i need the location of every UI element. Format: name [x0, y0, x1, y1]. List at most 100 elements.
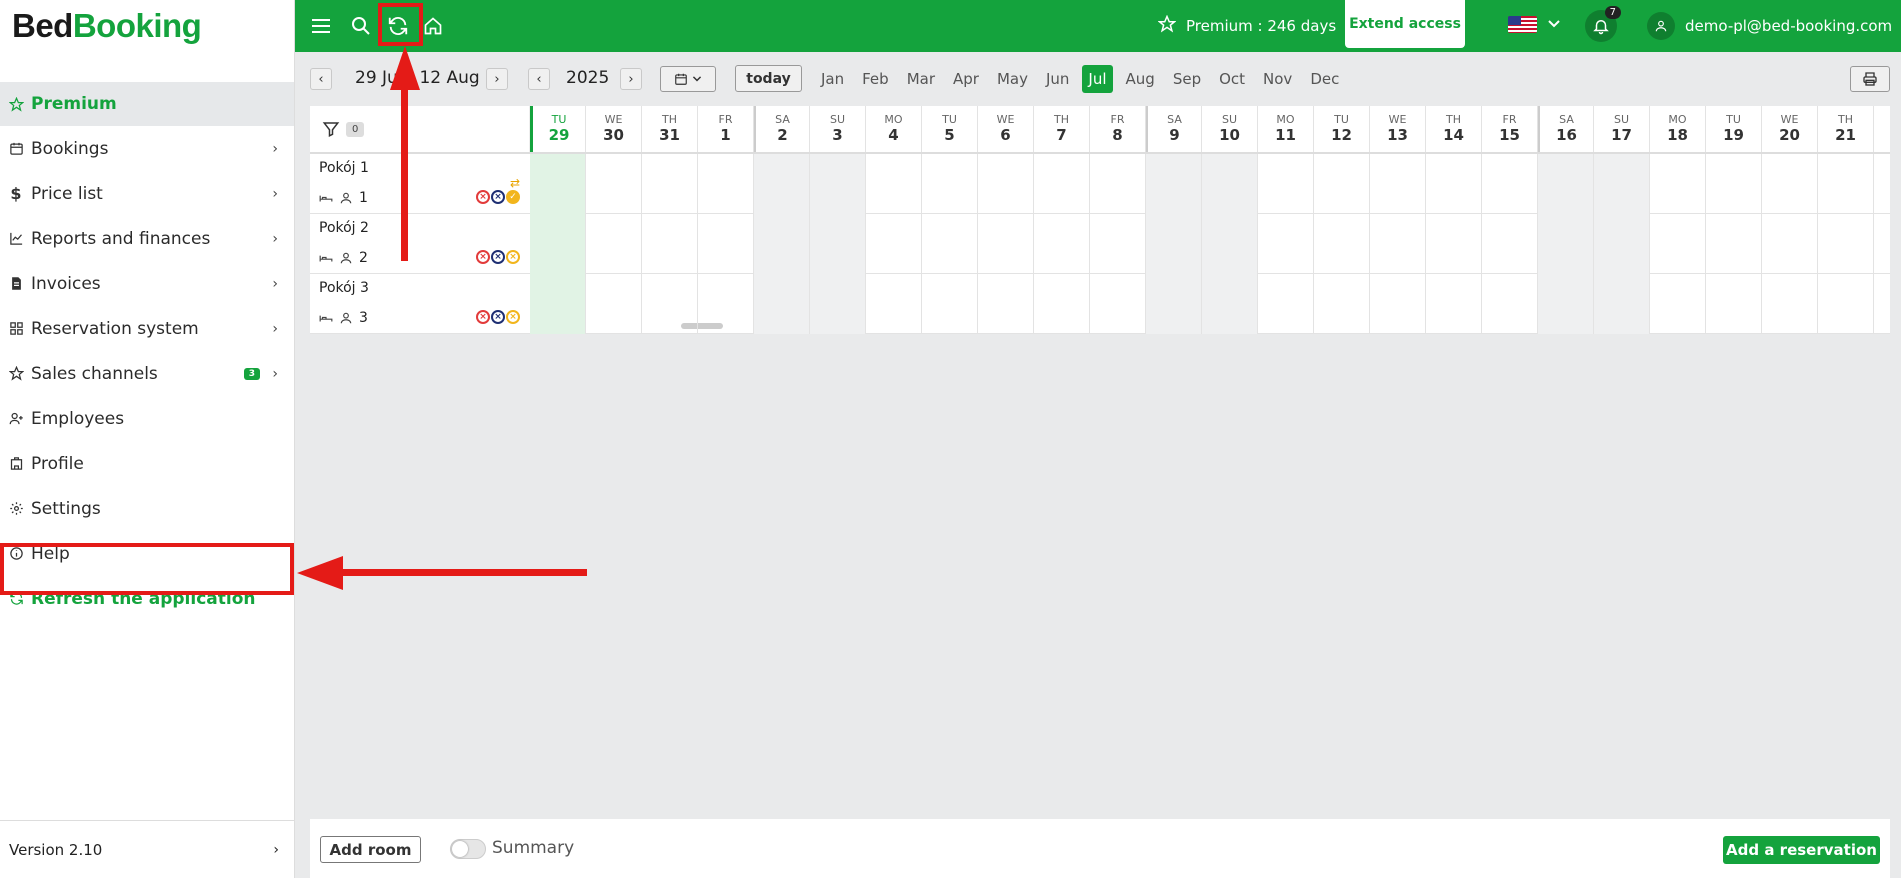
- day-header[interactable]: WE 30: [586, 106, 642, 152]
- calendar-cell[interactable]: [1482, 154, 1538, 214]
- sidebar-item-profile[interactable]: Profile: [0, 441, 294, 486]
- calendar-cell[interactable]: [1426, 274, 1482, 334]
- month-tab-may[interactable]: May: [988, 65, 1037, 93]
- day-header[interactable]: TH 21: [1818, 106, 1874, 152]
- calendar-cell[interactable]: [1146, 274, 1202, 334]
- calendar-cell[interactable]: [1370, 274, 1426, 334]
- day-header[interactable]: TH 14: [1426, 106, 1482, 152]
- month-tab-feb[interactable]: Feb: [853, 65, 898, 93]
- calendar-cell[interactable]: [1146, 154, 1202, 214]
- calendar-cell[interactable]: [642, 214, 698, 274]
- day-header[interactable]: SU 3: [810, 106, 866, 152]
- sidebar-item-employees[interactable]: Employees: [0, 396, 294, 441]
- day-header[interactable]: SU 17: [1594, 106, 1650, 152]
- calendar-cell[interactable]: [530, 154, 586, 214]
- calendar-cell[interactable]: [922, 154, 978, 214]
- calendar-cell[interactable]: [1538, 214, 1594, 274]
- calendar-cell[interactable]: [978, 214, 1034, 274]
- month-tab-sep[interactable]: Sep: [1164, 65, 1210, 93]
- notifications-button[interactable]: 7: [1585, 6, 1621, 42]
- room-label[interactable]: Pokój 2 2 × × ×: [310, 214, 530, 274]
- calendar-cell[interactable]: [866, 214, 922, 274]
- month-tab-jun[interactable]: Jun: [1037, 65, 1078, 93]
- calendar-cell[interactable]: [1818, 154, 1874, 214]
- user-menu[interactable]: demo-pl@bed-booking.com: [1647, 0, 1892, 52]
- calendar-cell[interactable]: [1594, 214, 1650, 274]
- day-header[interactable]: MO 11: [1258, 106, 1314, 152]
- us-flag-icon[interactable]: [1508, 16, 1537, 33]
- sidebar-item-refresh-the-application[interactable]: Refresh the application: [0, 576, 294, 621]
- calendar-cell[interactable]: [1202, 274, 1258, 334]
- month-tab-dec[interactable]: Dec: [1301, 65, 1348, 93]
- calendar-cell[interactable]: [1090, 274, 1146, 334]
- calendar-cell[interactable]: [1650, 274, 1706, 334]
- add-reservation-button[interactable]: Add a reservation: [1723, 836, 1880, 864]
- room-label[interactable]: Pokój 1 1 × × ✓ ⇄: [310, 154, 530, 214]
- month-tab-aug[interactable]: Aug: [1117, 65, 1164, 93]
- calendar-cell[interactable]: [1762, 154, 1818, 214]
- day-header[interactable]: MO 4: [866, 106, 922, 152]
- month-tab-oct[interactable]: Oct: [1210, 65, 1254, 93]
- calendar-cell[interactable]: [698, 154, 754, 214]
- sidebar-item-bookings[interactable]: Bookings ›: [0, 126, 294, 171]
- calendar-cell[interactable]: [1706, 214, 1762, 274]
- sidebar-item-settings[interactable]: Settings: [0, 486, 294, 531]
- calendar-cell[interactable]: [922, 214, 978, 274]
- calendar-cell[interactable]: [1594, 274, 1650, 334]
- calendar-cell[interactable]: [922, 274, 978, 334]
- calendar-cell[interactable]: [586, 154, 642, 214]
- calendar-cell[interactable]: [1762, 214, 1818, 274]
- calendar-cell[interactable]: [1146, 214, 1202, 274]
- calendar-cell[interactable]: [1370, 154, 1426, 214]
- sidebar-item-reservation-system[interactable]: Reservation system ›: [0, 306, 294, 351]
- logo[interactable]: Bed Booking: [0, 0, 294, 52]
- calendar-cell[interactable]: [1314, 154, 1370, 214]
- room-label[interactable]: Pokój 3 3 × × ×: [310, 274, 530, 334]
- calendar-cell[interactable]: [1258, 154, 1314, 214]
- month-tab-jul[interactable]: Jul: [1082, 65, 1113, 93]
- day-header[interactable]: WE 6: [978, 106, 1034, 152]
- day-header[interactable]: WE 20: [1762, 106, 1818, 152]
- print-button[interactable]: [1850, 66, 1890, 92]
- today-button[interactable]: today: [735, 65, 802, 92]
- calendar-cell[interactable]: [1202, 214, 1258, 274]
- calendar-cell[interactable]: [1426, 214, 1482, 274]
- calendar-cell[interactable]: [1258, 274, 1314, 334]
- sidebar-item-invoices[interactable]: Invoices ›: [0, 261, 294, 306]
- calendar-cell[interactable]: [1818, 274, 1874, 334]
- calendar-cell[interactable]: [1202, 154, 1258, 214]
- day-header[interactable]: SA 16: [1538, 106, 1594, 152]
- chevron-down-icon[interactable]: [1547, 16, 1561, 35]
- day-header[interactable]: TU 12: [1314, 106, 1370, 152]
- calendar-cell[interactable]: [586, 274, 642, 334]
- calendar-cell[interactable]: [1090, 154, 1146, 214]
- refresh-icon[interactable]: [384, 12, 412, 40]
- sidebar-item-help[interactable]: Help: [0, 531, 294, 576]
- calendar-cell[interactable]: [810, 214, 866, 274]
- calendar-cell[interactable]: [642, 274, 698, 334]
- calendar-cell[interactable]: [642, 154, 698, 214]
- calendar-cell[interactable]: [1090, 214, 1146, 274]
- calendar-cell[interactable]: [1314, 214, 1370, 274]
- calendar-cell[interactable]: [530, 274, 586, 334]
- sidebar-item-premium[interactable]: Premium: [0, 82, 294, 126]
- day-header[interactable]: TH 31: [642, 106, 698, 152]
- calendar-cell[interactable]: [1818, 214, 1874, 274]
- calendar-cell[interactable]: [978, 274, 1034, 334]
- calendar-cell[interactable]: [866, 274, 922, 334]
- month-tab-apr[interactable]: Apr: [944, 65, 988, 93]
- next-year-button[interactable]: ›: [620, 68, 642, 90]
- calendar-cell[interactable]: [1538, 274, 1594, 334]
- month-tab-nov[interactable]: Nov: [1254, 65, 1301, 93]
- version-bar[interactable]: Version 2.10 ›: [0, 820, 295, 878]
- month-tab-mar[interactable]: Mar: [898, 65, 944, 93]
- calendar-cell[interactable]: [1706, 274, 1762, 334]
- calendar-cell[interactable]: [1258, 214, 1314, 274]
- filter-control[interactable]: 0: [310, 106, 530, 152]
- calendar-cell[interactable]: [698, 214, 754, 274]
- day-header[interactable]: SA 2: [754, 106, 810, 152]
- next-range-button[interactable]: ›: [486, 68, 508, 90]
- day-header[interactable]: MO 18: [1650, 106, 1706, 152]
- calendar-cell[interactable]: [1034, 154, 1090, 214]
- calendar-cell[interactable]: [810, 154, 866, 214]
